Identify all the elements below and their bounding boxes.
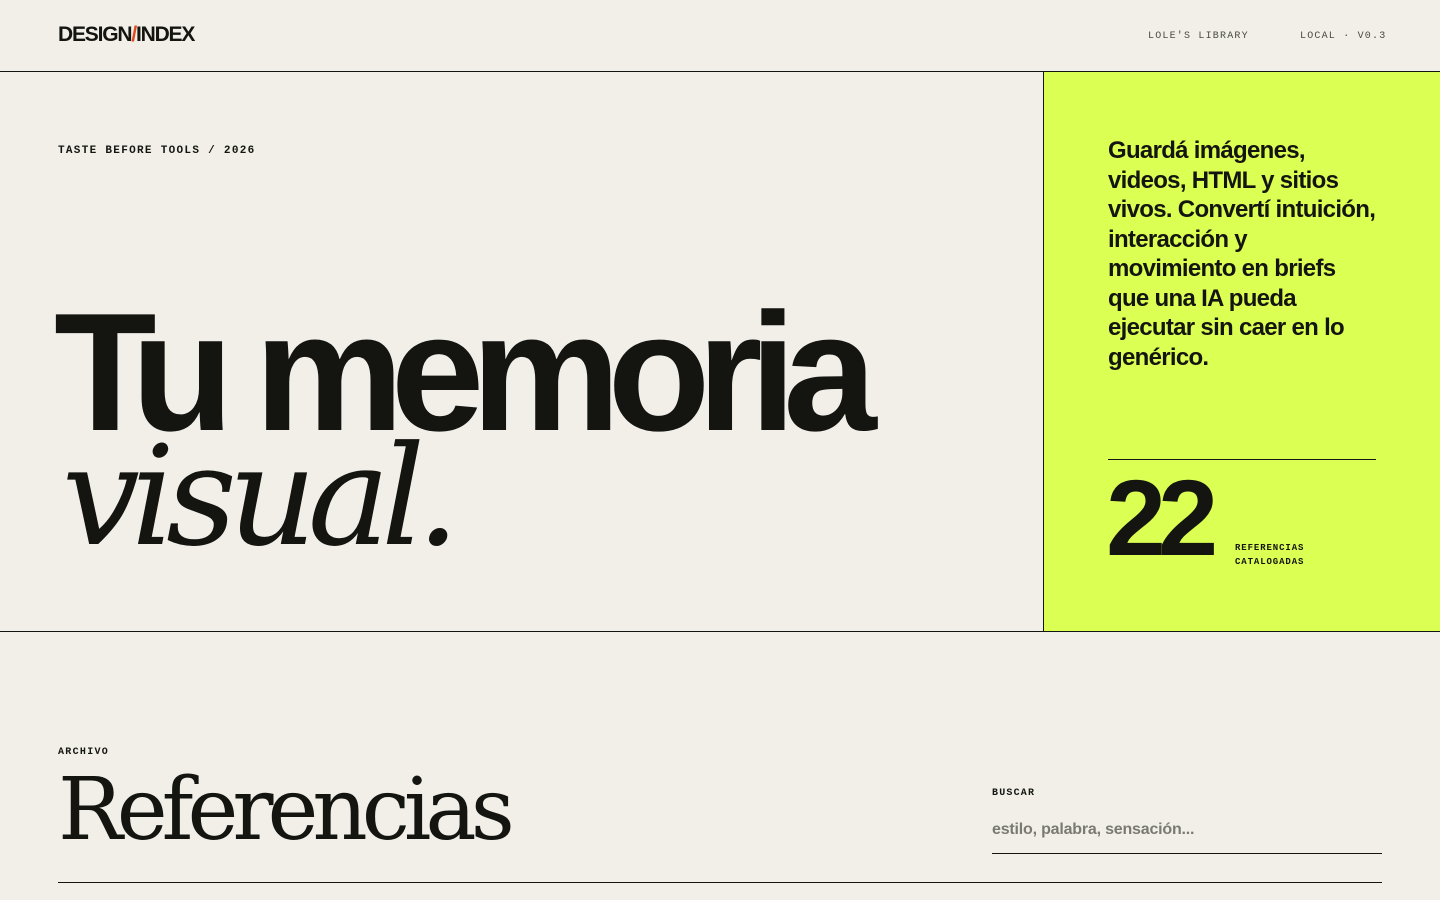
logo[interactable]: DESIGN/INDEX [58,22,195,48]
hero-eyebrow: TASTE BEFORE TOOLS / 2026 [58,145,256,157]
search-input[interactable] [992,812,1382,854]
stat-label-line-1: REFERENCIAS [1235,543,1305,553]
version-label: LOCAL · V0.3 [1300,31,1387,42]
reference-count: 22 [1106,457,1218,578]
search-label: BUSCAR [992,788,1036,799]
stat-label-line-2: CATALOGADAS [1235,557,1305,567]
archive-eyebrow: ARCHIVO [58,747,110,758]
hero-info-panel: Guardá imágenes, videos, HTML y sitios v… [1043,72,1440,632]
logo-text-index: INDEX [135,23,195,46]
logo-text-design: DESIGN [58,23,133,46]
archive-title: Referencias [58,760,515,860]
site-header: DESIGN/INDEX LOLE'S LIBRARY LOCAL · V0.3 [0,0,1440,72]
archive-divider [58,882,1382,883]
hero-description: Guardá imágenes, videos, HTML y sitios v… [1108,137,1376,371]
hero-title-line-2: visual. [62,416,460,577]
reference-count-label: REFERENCIAS CATALOGADAS [1235,541,1355,569]
nav-library-link[interactable]: LOLE'S LIBRARY [1148,31,1249,43]
